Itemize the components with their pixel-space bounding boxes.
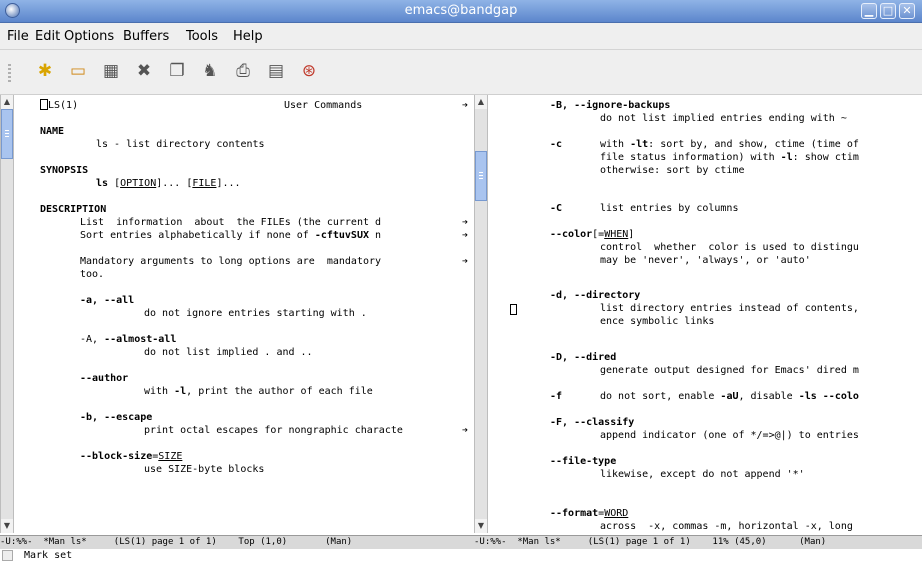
left-window-man-ls[interactable]: LS(1) User Commands ➔ NAME ls - list dir…: [16, 95, 471, 533]
left-scroll-thumb[interactable]: [1, 109, 13, 159]
option-classify-desc: append indicator (one of */=>@|) to entr…: [600, 430, 859, 441]
option-file-type: --file-type: [550, 456, 617, 467]
right-scrollbar[interactable]: ▲ ▼: [474, 95, 488, 533]
desc-line-2: Sort entries alphabetically if none of -…: [80, 230, 382, 241]
option-C: -C: [550, 203, 563, 214]
option-block-size: --block-size=SIZE: [80, 451, 183, 462]
title-bar: emacs@bandgap ▁ □ ✕: [0, 0, 922, 23]
right-scroll-thumb[interactable]: [475, 151, 487, 201]
search-icon[interactable]: ♞: [199, 60, 221, 82]
open-folder-icon[interactable]: ▭: [67, 60, 89, 82]
scroll-up-arrow-icon[interactable]: ▲: [475, 95, 487, 109]
option-author-desc: with -l, print the author of each file: [144, 386, 373, 397]
copy-icon[interactable]: ❐: [166, 60, 188, 82]
continuation-arrow-icon: ➔: [462, 217, 469, 228]
option-c-line-1: with -lt: sort by, and show, ctime (time…: [600, 139, 859, 150]
minimize-button[interactable]: ▁: [861, 3, 877, 19]
option-C-desc: list entries by columns: [600, 203, 739, 214]
new-file-icon[interactable]: ✱: [34, 60, 56, 82]
window-title: emacs@bandgap: [404, 3, 518, 18]
maximize-button[interactable]: □: [880, 3, 896, 19]
option-dired: -D, --dired: [550, 352, 617, 363]
synopsis-file: FILE: [192, 178, 217, 189]
mandatory-line-2: too.: [80, 269, 105, 280]
minibuffer[interactable]: Mark set: [0, 549, 922, 562]
option-directory-line-1: list directory entries instead of conten…: [600, 303, 859, 314]
minibuffer-icon: [2, 550, 13, 561]
scroll-down-arrow-icon[interactable]: ▼: [475, 519, 487, 533]
section-synopsis: SYNOPSIS: [40, 165, 89, 176]
option-block-size-desc: use SIZE-byte blocks: [144, 464, 265, 475]
option-file-type-desc: likewise, except do not append '*': [600, 469, 805, 480]
right-mode-line[interactable]: -U:%%- *Man ls* (LS(1) page 1 of 1) 11% …: [474, 535, 922, 550]
option-color-line-2: may be 'never', 'always', or 'auto': [600, 255, 811, 266]
name-text: ls - list directory contents: [96, 139, 265, 150]
option-dired-desc: generate output designed for Emacs' dire…: [600, 365, 859, 376]
synopsis-command: ls: [96, 178, 109, 189]
left-mode-line[interactable]: -U:%%- *Man ls* (LS(1) page 1 of 1) Top …: [0, 535, 474, 550]
man-header-section: User Commands: [284, 100, 363, 111]
option-color-line-1: control whether color is used to disting…: [600, 242, 859, 253]
menu-edit[interactable]: Edit: [35, 29, 60, 44]
preferences-icon[interactable]: ▤: [265, 60, 287, 82]
synopsis-option: OPTION: [120, 178, 157, 189]
fringe-cursor-box: [510, 304, 517, 315]
right-window-man-ls[interactable]: -B, --ignore-backups do not list implied…: [490, 95, 922, 533]
help-icon[interactable]: ⊛: [298, 60, 320, 82]
option-color: --color[=WHEN]: [550, 229, 635, 240]
close-buffer-icon[interactable]: ✖: [133, 60, 155, 82]
menu-buffers[interactable]: Buffers: [123, 29, 169, 44]
menu-options[interactable]: Options: [64, 29, 114, 44]
option-c-line-2: file status information) with -l: show c…: [600, 152, 859, 163]
option-format: --format=WORD: [550, 508, 629, 519]
toolbar: ✱ ▭ ▦ ✖ ❐ ♞ ⎙ ▤ ⊛: [0, 50, 922, 95]
toolbar-grip[interactable]: [8, 64, 11, 82]
option-almost-all-desc: do not list implied . and ..: [144, 347, 313, 358]
close-window-button[interactable]: ✕: [899, 3, 915, 19]
left-scrollbar[interactable]: ▲ ▼: [0, 95, 14, 533]
option-classify: -F, --classify: [550, 417, 635, 428]
save-icon[interactable]: ▦: [100, 60, 122, 82]
option-c-line-3: otherwise: sort by ctime: [600, 165, 745, 176]
option-all: -a, --all: [80, 295, 135, 306]
option-c: -c: [550, 139, 563, 150]
print-icon[interactable]: ⎙: [232, 60, 254, 82]
option-escape: -b, --escape: [80, 412, 153, 423]
menu-help[interactable]: Help: [233, 29, 263, 44]
scroll-up-arrow-icon[interactable]: ▲: [1, 95, 13, 109]
option-directory: -d, --directory: [550, 290, 641, 301]
continuation-arrow-icon: ➔: [462, 256, 469, 267]
man-header-name: LS(1): [48, 100, 79, 111]
continuation-arrow-icon: ➔: [462, 230, 469, 241]
option-escape-desc: print octal escapes for nongraphic chara…: [144, 425, 403, 436]
menu-file[interactable]: File: [7, 29, 29, 44]
continuation-arrow-icon: ➔: [462, 100, 469, 111]
mandatory-line-1: Mandatory arguments to long options are …: [80, 256, 382, 267]
menu-bar: File Edit Options Buffers Tools Help: [0, 23, 922, 50]
option-all-desc: do not ignore entries starting with .: [144, 308, 367, 319]
scroll-down-arrow-icon[interactable]: ▼: [1, 519, 13, 533]
option-directory-line-2: ence symbolic links: [600, 316, 715, 327]
option-ignore-backups: -B, --ignore-backups: [550, 100, 671, 111]
option-author: --author: [80, 373, 129, 384]
option-format-desc: across -x, commas -m, horizontal -x, lon…: [600, 521, 853, 532]
option-almost-all: -A, --almost-all: [80, 334, 177, 345]
section-description: DESCRIPTION: [40, 204, 107, 215]
option-f: -f: [550, 391, 563, 402]
text-cursor: [40, 99, 48, 110]
section-name: NAME: [40, 126, 65, 137]
option-f-desc: do not sort, enable -aU, disable -ls --c…: [600, 391, 859, 402]
option-ignore-backups-desc: do not list implied entries ending with …: [600, 113, 847, 124]
menu-tools[interactable]: Tools: [186, 29, 218, 44]
continuation-arrow-icon: ➔: [462, 425, 469, 436]
minibuffer-message: Mark set: [24, 550, 73, 561]
desc-line-1: List information about the FILEs (the cu…: [80, 217, 382, 228]
